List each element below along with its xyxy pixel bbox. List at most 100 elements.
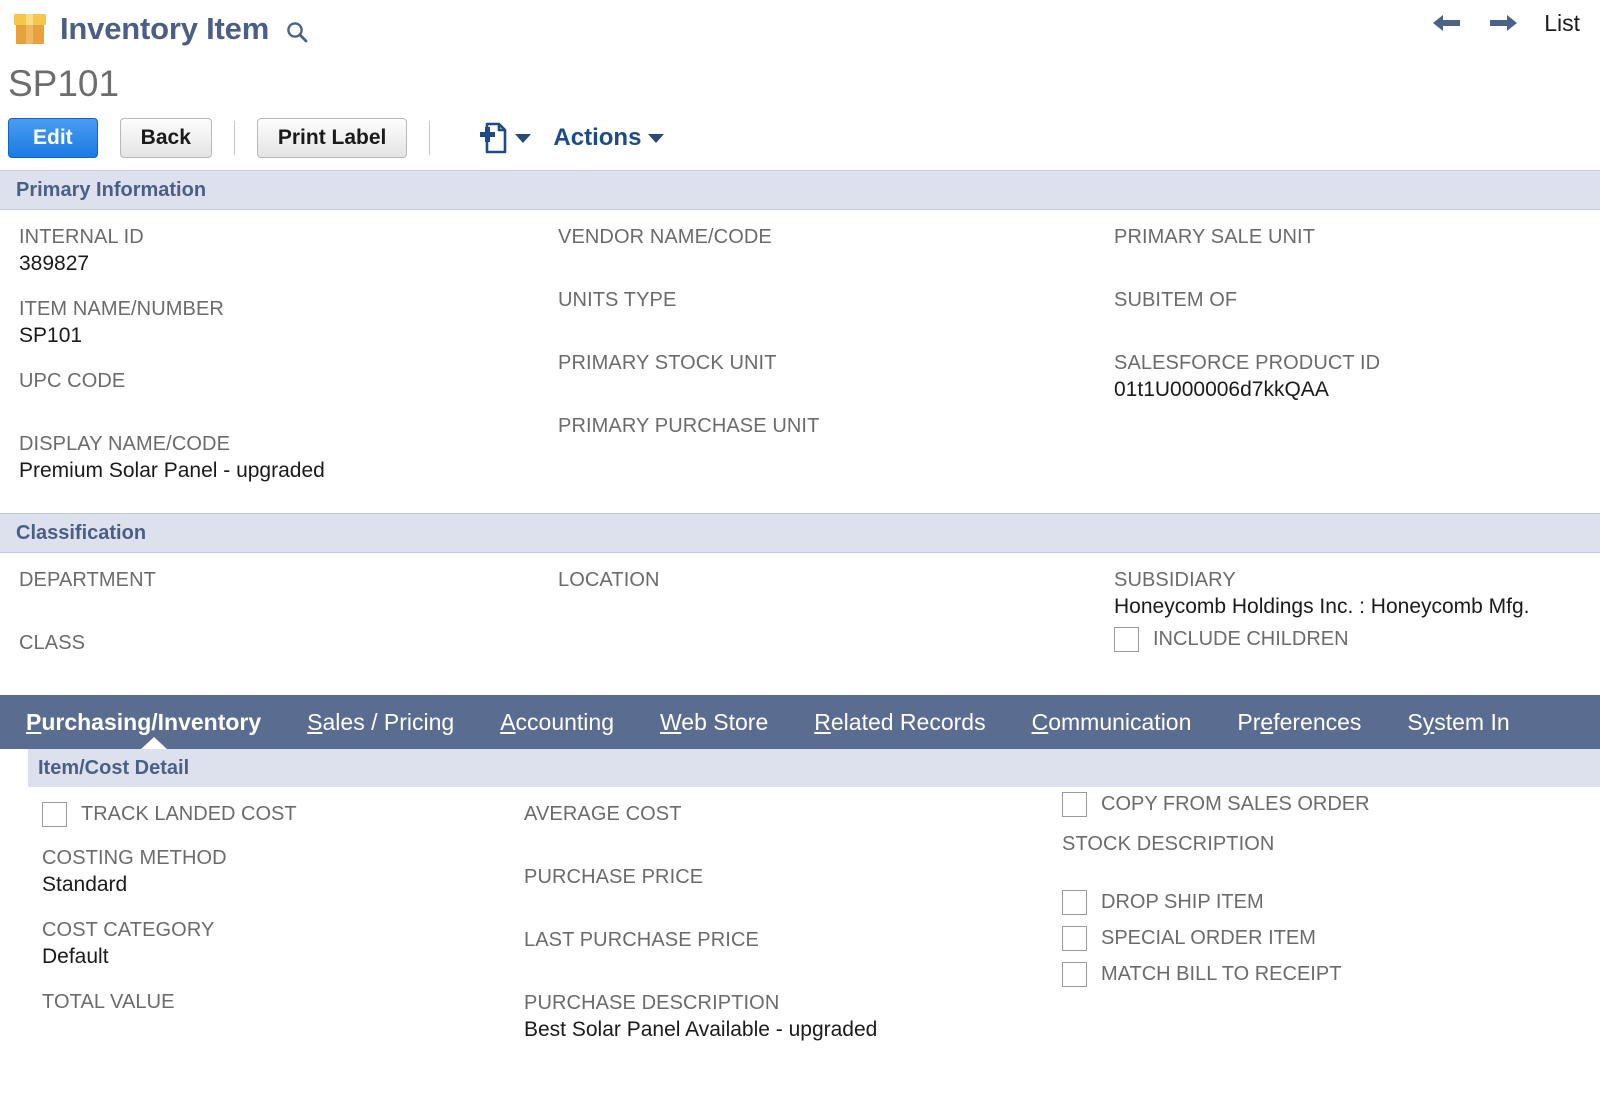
field-costing-method: COSTING METHOD Standard: [42, 845, 524, 898]
field-value: 01t1U000006d7kkQAA: [1114, 378, 1329, 401]
field-label: PRIMARY SALE UNIT: [1114, 226, 1316, 248]
field-label: PURCHASE DESCRIPTION: [524, 992, 780, 1014]
list-link[interactable]: List: [1544, 10, 1580, 36]
item-cost-detail-header: Item/Cost Detail: [28, 749, 1600, 787]
field-label: INTERNAL ID: [19, 226, 144, 248]
search-icon[interactable]: [285, 20, 309, 44]
classification-column-1: DEPARTMENT CLASS: [0, 567, 558, 675]
field-label: VENDOR NAME/CODE: [558, 226, 772, 248]
include-children-checkbox[interactable]: [1114, 626, 1139, 652]
field-value: Standard: [42, 873, 128, 896]
tab-purchasing-inventory[interactable]: Purchasing/Inventory: [26, 708, 261, 736]
field-label: TOTAL VALUE: [42, 991, 175, 1013]
field-value: Premium Solar Panel - upgraded: [19, 459, 325, 482]
classification-header: Classification: [0, 513, 1600, 553]
match-bill-to-receipt-checkbox[interactable]: [1062, 961, 1087, 987]
field-label: DISPLAY NAME/CODE: [19, 433, 231, 455]
page-title: SP101: [8, 63, 120, 104]
field-salesforce-product-id: SALESFORCE PRODUCT ID 01t1U000006d7kkQAA: [1114, 350, 1600, 403]
drop-ship-item-row[interactable]: DROP SHIP ITEM: [1062, 889, 1562, 915]
toolbar-divider-2: [429, 121, 431, 155]
tab-preferences[interactable]: Preferences: [1237, 708, 1361, 736]
field-primary-purchase-unit: PRIMARY PURCHASE UNIT: [558, 413, 1114, 439]
field-label: PRIMARY PURCHASE UNIT: [558, 415, 820, 437]
field-label: LOCATION: [558, 569, 660, 591]
cost-column-3: COPY FROM SALES ORDER STOCK DESCRIPTION …: [1062, 791, 1562, 1062]
tab-sales-pricing[interactable]: Sales / Pricing: [307, 708, 454, 736]
field-department: DEPARTMENT: [19, 567, 558, 593]
field-stock-description: STOCK DESCRIPTION: [1062, 831, 1562, 857]
print-label-button[interactable]: Print Label: [256, 118, 408, 158]
copy-from-sales-order-row[interactable]: COPY FROM SALES ORDER: [1062, 791, 1562, 817]
new-document-icon[interactable]: [472, 121, 508, 155]
actions-chevron-down-icon[interactable]: [648, 133, 665, 143]
drop-ship-item-label: DROP SHIP ITEM: [1101, 891, 1264, 913]
field-label: SUBITEM OF: [1114, 289, 1238, 311]
actions-menu[interactable]: Actions: [553, 123, 665, 153]
field-item-name-number: ITEM NAME/NUMBER SP101: [19, 296, 558, 349]
field-primary-stock-unit: PRIMARY STOCK UNIT: [558, 350, 1114, 376]
field-upc-code: UPC CODE: [19, 368, 558, 394]
field-subsidiary: SUBSIDIARY Honeycomb Holdings Inc. : Hon…: [1114, 567, 1600, 620]
copy-from-sales-order-checkbox[interactable]: [1062, 791, 1087, 817]
arrow-right-icon[interactable]: [1488, 10, 1518, 36]
field-label: SALESFORCE PRODUCT ID: [1114, 352, 1381, 374]
primary-information-fields: INTERNAL ID 389827 ITEM NAME/NUMBER SP10…: [0, 210, 1600, 513]
field-total-value: TOTAL VALUE: [42, 989, 524, 1015]
new-document-chevron-down-icon[interactable]: [515, 133, 532, 143]
record-tabs: Purchasing/Inventory Sales / Pricing Acc…: [0, 695, 1600, 749]
field-label: ITEM NAME/NUMBER: [19, 298, 224, 320]
tab-related-records[interactable]: Related Records: [814, 708, 985, 736]
page-header: Inventory Item List: [0, 0, 1600, 56]
field-label: COSTING METHOD: [42, 847, 227, 869]
arrow-left-icon[interactable]: [1432, 10, 1462, 36]
tab-accounting[interactable]: Accounting: [500, 708, 614, 736]
field-units-type: UNITS TYPE: [558, 287, 1114, 313]
match-bill-to-receipt-label: MATCH BILL TO RECEIPT: [1101, 963, 1342, 985]
classification-column-2: LOCATION: [558, 567, 1114, 675]
primary-column-2: VENDOR NAME/CODE UNITS TYPE PRIMARY STOC…: [558, 224, 1114, 503]
field-display-name-code: DISPLAY NAME/CODE Premium Solar Panel - …: [19, 431, 558, 484]
actions-label: Actions: [553, 124, 642, 151]
field-last-purchase-price: LAST PURCHASE PRICE: [524, 927, 1062, 953]
item-cost-detail-fields: TRACK LANDED COST COSTING METHOD Standar…: [0, 787, 1600, 1062]
drop-ship-item-checkbox[interactable]: [1062, 889, 1087, 915]
classification-fields: DEPARTMENT CLASS LOCATION SUBSIDIARY Hon…: [0, 553, 1600, 685]
include-children-row[interactable]: INCLUDE CHILDREN: [1114, 626, 1600, 652]
field-value: SP101: [19, 324, 83, 347]
field-class: CLASS: [19, 630, 558, 656]
primary-column-3: PRIMARY SALE UNIT SUBITEM OF SALESFORCE …: [1114, 224, 1600, 503]
special-order-item-checkbox[interactable]: [1062, 925, 1087, 951]
primary-column-1: INTERNAL ID 389827 ITEM NAME/NUMBER SP10…: [0, 224, 558, 503]
primary-information-header: Primary Information: [0, 170, 1600, 210]
field-primary-sale-unit: PRIMARY SALE UNIT: [1114, 224, 1600, 250]
field-subitem-of: SUBITEM OF: [1114, 287, 1600, 313]
classification-column-3: SUBSIDIARY Honeycomb Holdings Inc. : Hon…: [1114, 567, 1600, 675]
edit-button[interactable]: Edit: [8, 118, 98, 158]
box-icon: [14, 14, 46, 44]
field-label: STOCK DESCRIPTION: [1062, 833, 1275, 855]
field-purchase-description: PURCHASE DESCRIPTION Best Solar Panel Av…: [524, 990, 1062, 1043]
special-order-item-row[interactable]: SPECIAL ORDER ITEM: [1062, 925, 1562, 951]
header-navigation: List: [1432, 10, 1580, 36]
field-value: Honeycomb Holdings Inc. : Honeycomb Mfg.: [1114, 595, 1530, 618]
cost-column-2: AVERAGE COST PURCHASE PRICE LAST PURCHAS…: [524, 801, 1062, 1062]
track-landed-cost-checkbox[interactable]: [42, 801, 67, 827]
field-value: Default: [42, 945, 109, 968]
back-button[interactable]: Back: [119, 118, 212, 158]
tab-communication[interactable]: Communication: [1032, 708, 1192, 736]
tab-web-store[interactable]: Web Store: [660, 708, 768, 736]
field-label: UPC CODE: [19, 370, 126, 392]
new-document-group[interactable]: [472, 121, 532, 155]
match-bill-to-receipt-row[interactable]: MATCH BILL TO RECEIPT: [1062, 961, 1562, 987]
track-landed-cost-row[interactable]: TRACK LANDED COST: [42, 801, 524, 827]
field-label: LAST PURCHASE PRICE: [524, 929, 759, 951]
record-type-title: Inventory Item: [60, 11, 270, 46]
field-label: UNITS TYPE: [558, 289, 677, 311]
field-label: CLASS: [19, 632, 86, 654]
tab-system-information[interactable]: System In: [1407, 708, 1509, 736]
copy-from-sales-order-label: COPY FROM SALES ORDER: [1101, 793, 1370, 815]
field-label: DEPARTMENT: [19, 569, 156, 591]
active-tab-pointer: [140, 737, 168, 749]
cost-column-1: TRACK LANDED COST COSTING METHOD Standar…: [0, 801, 524, 1062]
